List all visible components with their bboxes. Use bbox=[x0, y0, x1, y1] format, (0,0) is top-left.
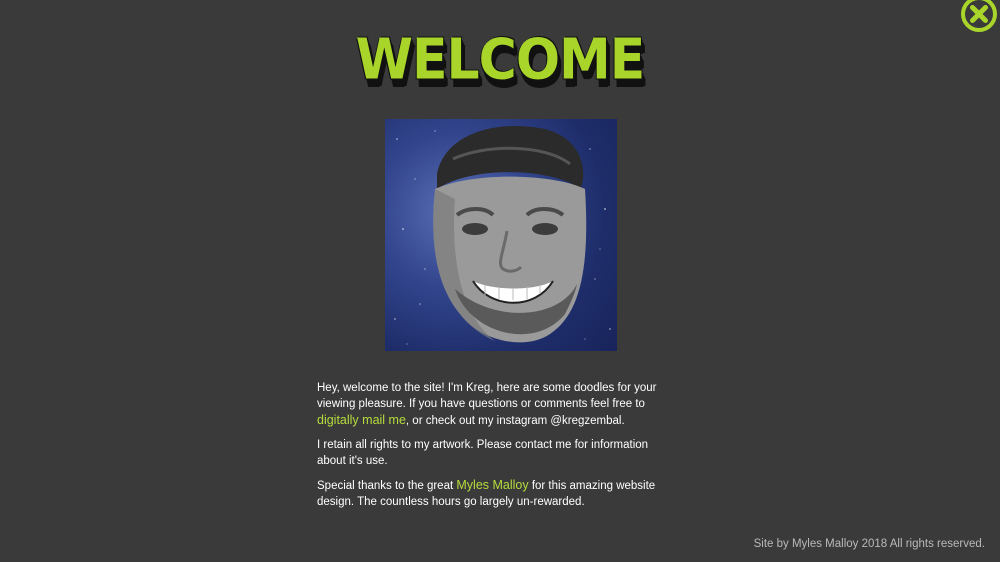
bio-thanks-text: Special thanks to the great bbox=[317, 480, 457, 492]
footer-credit: Site by Myles Malloy 2018 All rights res… bbox=[753, 538, 985, 550]
page-title: WELCOME bbox=[355, 27, 646, 93]
bio-intro-text: Hey, welcome to the site! I'm Kreg, here… bbox=[317, 382, 657, 410]
bio-text: Hey, welcome to the site! I'm Kreg, here… bbox=[317, 380, 677, 518]
portrait-illustration bbox=[394, 126, 611, 345]
welcome-overlay: WELCOME Hey, welcome to the site! I'm Kr… bbox=[0, 0, 1000, 562]
bio-paragraph-rights: I retain all rights to my artwork. Pleas… bbox=[317, 439, 649, 467]
bio-paragraph-thanks: Special thanks to the great Myles Malloy… bbox=[317, 477, 677, 510]
portrait-image bbox=[385, 119, 617, 351]
bio-intro-text-end: , or check out my instagram @kregzembal. bbox=[405, 415, 625, 427]
title-container: WELCOME bbox=[0, 24, 1000, 96]
email-link[interactable]: digitally mail me bbox=[317, 413, 406, 427]
bio-paragraph-intro: Hey, welcome to the site! I'm Kreg, here… bbox=[317, 380, 677, 429]
myles-malloy-link[interactable]: Myles Malloy bbox=[456, 478, 528, 492]
